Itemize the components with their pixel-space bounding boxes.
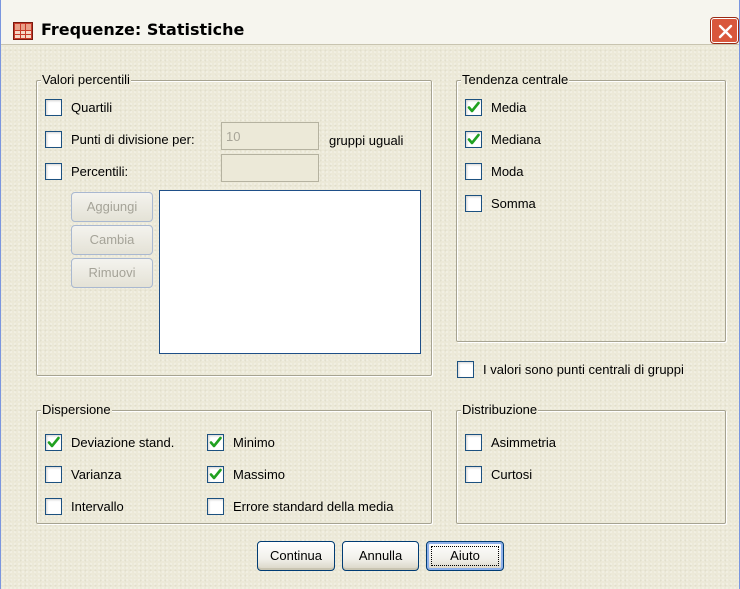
percentile-values-legend: Valori percentili xyxy=(41,72,131,88)
percentile-values-group: Valori percentili Quartili Punti di divi… xyxy=(36,72,432,376)
change-percentile-button[interactable]: Cambia xyxy=(71,225,153,255)
central-tendency-group: Tendenza centrale Media Mediana Moda Som… xyxy=(456,72,726,342)
mode-checkbox[interactable]: Moda xyxy=(465,163,524,180)
quartiles-label: Quartili xyxy=(71,100,113,115)
focus-rectangle xyxy=(431,546,499,566)
quartiles-checkbox[interactable]: Quartili xyxy=(45,99,112,116)
maximum-checkbox[interactable]: Massimo xyxy=(207,466,285,483)
checkbox-box[interactable] xyxy=(465,195,482,212)
se-mean-label: Errore standard della media xyxy=(233,499,394,514)
continue-button[interactable]: Continua xyxy=(257,541,335,571)
statistics-table-icon xyxy=(13,22,33,40)
cut-points-input[interactable]: 10 xyxy=(221,122,319,150)
equal-groups-label: gruppi uguali xyxy=(329,133,404,148)
skewness-label: Asimmetria xyxy=(491,435,557,450)
add-percentile-button[interactable]: Aggiungi xyxy=(71,192,153,222)
range-checkbox[interactable]: Intervallo xyxy=(45,498,124,515)
distribution-group: Distribuzione Asimmetria Curtosi xyxy=(456,402,726,524)
checkmark-icon xyxy=(467,101,480,113)
range-label: Intervallo xyxy=(71,499,124,514)
maximum-label: Massimo xyxy=(233,467,286,482)
checkbox-box[interactable] xyxy=(45,466,62,483)
remove-percentile-button[interactable]: Rimuovi xyxy=(71,258,153,288)
checkbox-box[interactable] xyxy=(45,131,62,148)
window-title: Frequenze: Statistiche xyxy=(41,20,245,39)
cut-points-label: Punti di divisione per: xyxy=(71,132,195,147)
checkbox-box[interactable] xyxy=(457,361,474,378)
group-midpoints-label: I valori sono punti centrali di gruppi xyxy=(483,362,684,377)
checkbox-box[interactable] xyxy=(45,163,62,180)
close-button[interactable] xyxy=(711,18,738,43)
sum-label: Somma xyxy=(491,196,536,211)
checkmark-icon xyxy=(47,436,60,448)
checkbox-box[interactable] xyxy=(465,466,482,483)
dispersion-legend: Dispersione xyxy=(41,402,112,418)
median-label: Mediana xyxy=(491,132,541,147)
checkbox-box[interactable] xyxy=(207,434,224,451)
checkmark-icon xyxy=(467,133,480,145)
variance-checkbox[interactable]: Varianza xyxy=(45,466,121,483)
median-checkbox[interactable]: Mediana xyxy=(465,131,541,148)
kurtosis-checkbox[interactable]: Curtosi xyxy=(465,466,532,483)
variance-label: Varianza xyxy=(71,467,122,482)
mode-label: Moda xyxy=(491,164,524,179)
cut-points-checkbox[interactable]: Punti di divisione per: xyxy=(45,131,195,148)
help-button[interactable]: Aiuto xyxy=(426,541,504,571)
checkmark-icon xyxy=(209,468,222,480)
close-icon xyxy=(718,24,733,39)
std-dev-label: Deviazione stand. xyxy=(71,435,175,450)
percentiles-label: Percentili: xyxy=(71,164,129,179)
se-mean-checkbox[interactable]: Errore standard della media xyxy=(207,498,393,515)
percentiles-checkbox[interactable]: Percentili: xyxy=(45,163,128,180)
cancel-button[interactable]: Annulla xyxy=(342,541,419,571)
dispersion-group: Dispersione Deviazione stand. Minimo Var… xyxy=(36,402,432,524)
kurtosis-label: Curtosi xyxy=(491,467,533,482)
checkbox-box[interactable] xyxy=(45,434,62,451)
checkbox-box[interactable] xyxy=(45,498,62,515)
mean-checkbox[interactable]: Media xyxy=(465,99,526,116)
dialog-window: Frequenze: Statistiche Valori percentili… xyxy=(0,0,740,589)
skewness-checkbox[interactable]: Asimmetria xyxy=(465,434,556,451)
dialog-content: Valori percentili Quartili Punti di divi… xyxy=(1,46,739,589)
title-bar[interactable]: Frequenze: Statistiche xyxy=(1,0,739,45)
checkbox-box[interactable] xyxy=(207,466,224,483)
checkmark-icon xyxy=(209,436,222,448)
central-tendency-legend: Tendenza centrale xyxy=(461,72,570,88)
checkbox-box[interactable] xyxy=(465,99,482,116)
checkbox-box[interactable] xyxy=(207,498,224,515)
distribution-legend: Distribuzione xyxy=(461,402,539,418)
minimum-checkbox[interactable]: Minimo xyxy=(207,434,275,451)
checkbox-box[interactable] xyxy=(465,131,482,148)
checkbox-box[interactable] xyxy=(45,99,62,116)
percentiles-input[interactable] xyxy=(221,154,319,182)
sum-checkbox[interactable]: Somma xyxy=(465,195,536,212)
mean-label: Media xyxy=(491,100,527,115)
minimum-label: Minimo xyxy=(233,435,275,450)
checkbox-box[interactable] xyxy=(465,434,482,451)
std-dev-checkbox[interactable]: Deviazione stand. xyxy=(45,434,174,451)
checkbox-box[interactable] xyxy=(465,163,482,180)
percentiles-list[interactable] xyxy=(159,190,421,354)
group-midpoints-checkbox[interactable]: I valori sono punti centrali di gruppi xyxy=(457,361,684,378)
